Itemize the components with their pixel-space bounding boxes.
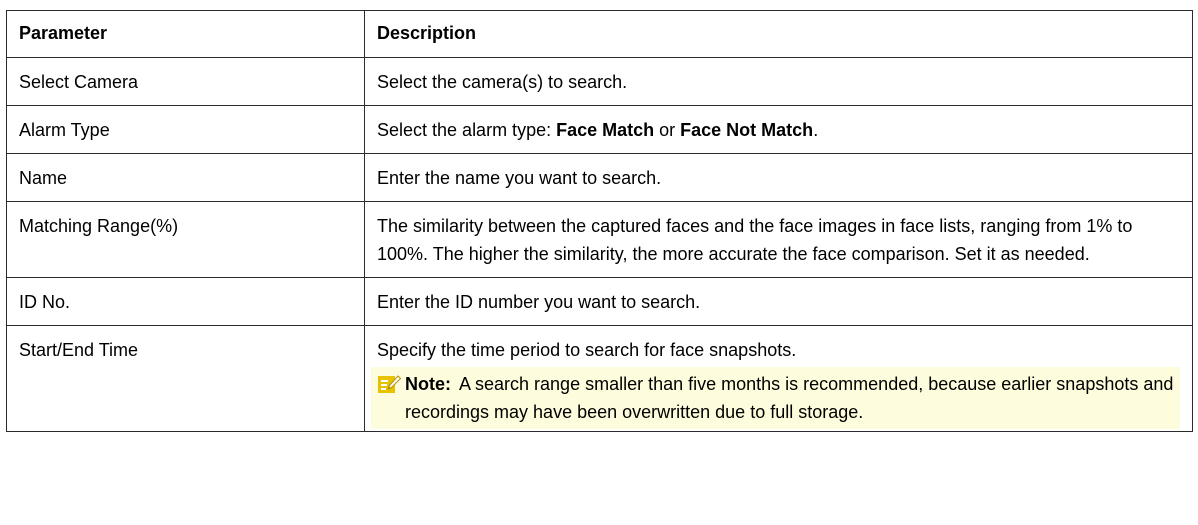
table-row: Select Camera Select the camera(s) to se… <box>6 57 1193 106</box>
description-text: Specify the time period to search for fa… <box>377 340 797 360</box>
note-pencil-icon <box>377 370 405 398</box>
table-row: ID No. Enter the ID number you want to s… <box>6 277 1193 326</box>
description-cell: Enter the name you want to search. <box>364 153 1193 202</box>
column-header-description: Description <box>364 10 1193 58</box>
table-row: Start/End Time Specify the time period t… <box>6 325 1193 432</box>
column-header-parameter: Parameter <box>6 10 365 58</box>
table-header-row: Parameter Description <box>6 10 1193 58</box>
table-row: Alarm Type Select the alarm type: Face M… <box>6 105 1193 154</box>
description-cell: Select the camera(s) to search. <box>364 57 1193 106</box>
table-row: Matching Range(%) The similarity between… <box>6 201 1193 278</box>
parameter-table: Parameter Description Select Camera Sele… <box>6 10 1193 432</box>
note-content: Note: A search range smaller than five mo… <box>405 370 1174 426</box>
description-cell: Specify the time period to search for fa… <box>364 325 1193 432</box>
description-cell: The similarity between the captured face… <box>364 201 1193 278</box>
option-face-match: Face Match <box>556 120 655 140</box>
parameter-cell: Start/End Time <box>6 325 365 432</box>
note-text: A search range smaller than five months … <box>405 374 1174 422</box>
table-row: Name Enter the name you want to search. <box>6 153 1193 202</box>
note-label: Note: <box>405 374 451 394</box>
description-cell: Enter the ID number you want to search. <box>364 277 1193 326</box>
description-cell: Select the alarm type: Face Match or Fac… <box>364 105 1193 154</box>
description-text: . <box>813 120 819 140</box>
parameter-cell: Name <box>6 153 365 202</box>
description-text: or <box>654 120 681 140</box>
description-text: Select the alarm type: <box>377 120 557 140</box>
parameter-cell: Matching Range(%) <box>6 201 365 278</box>
note-box: Note: A search range smaller than five mo… <box>371 367 1180 429</box>
parameter-cell: Alarm Type <box>6 105 365 154</box>
parameter-cell: Select Camera <box>6 57 365 106</box>
option-face-not-match: Face Not Match <box>680 120 814 140</box>
parameter-cell: ID No. <box>6 277 365 326</box>
parameter-table-container: Parameter Description Select Camera Sele… <box>6 10 1193 432</box>
